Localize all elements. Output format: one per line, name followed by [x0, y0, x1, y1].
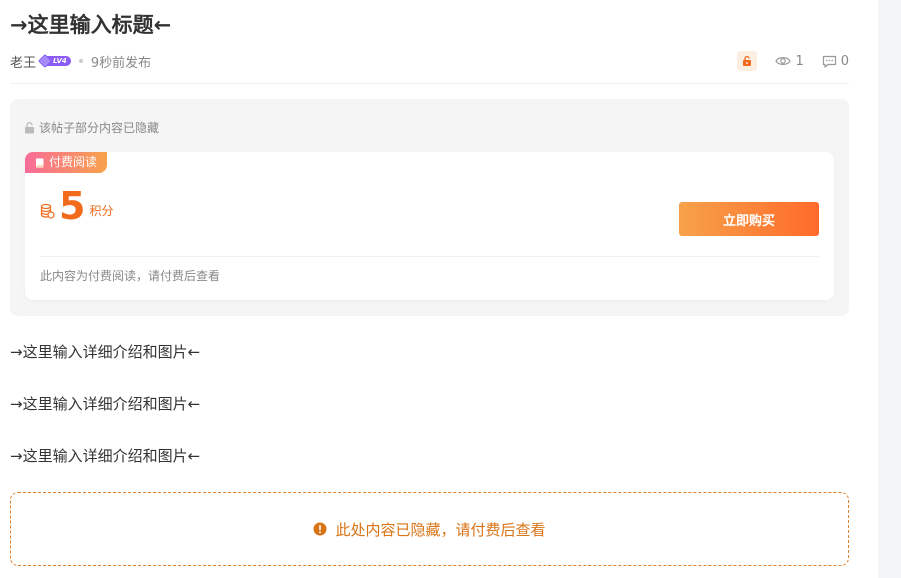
paid-read-tag-label: 付费阅读: [49, 155, 98, 169]
hidden-banner-text: 此处内容已隐藏，请付费后查看: [335, 520, 546, 539]
buy-now-button[interactable]: 立即购买: [679, 202, 819, 236]
price-value: 5: [59, 184, 86, 228]
lock-icon: [743, 55, 752, 66]
paid-read-footer-note: 此内容为付费阅读，请付费后查看: [40, 269, 221, 283]
lock-button[interactable]: [737, 51, 758, 71]
level-badge: LV4: [37, 53, 71, 69]
views-stat: 1: [775, 53, 804, 69]
eye-icon: [775, 57, 792, 65]
book-icon: [36, 158, 44, 167]
price: 5 积分: [40, 185, 113, 227]
unlock-icon: [25, 121, 34, 133]
hidden-content-box: 该帖子部分内容已隐藏 付费阅读 5 积分 立即购买 此内容为付费阅读，请付费后查…: [10, 99, 849, 316]
comments-stat[interactable]: 0: [822, 54, 849, 69]
content-paragraph: →这里输入详细介绍和图片←: [10, 447, 201, 465]
header-divider: [10, 83, 849, 84]
post-time: 9秒前发布: [90, 55, 152, 71]
post-title: →这里输入标题←: [10, 13, 172, 37]
right-sidebar-strip: [878, 0, 901, 578]
hidden-notice: 该帖子部分内容已隐藏: [24, 119, 159, 136]
coins-icon: [40, 203, 55, 219]
content-paragraph: →这里输入详细介绍和图片←: [10, 343, 201, 361]
content-paragraph: →这里输入详细介绍和图片←: [10, 395, 201, 413]
card-divider: [40, 256, 819, 257]
alert-icon: [313, 522, 327, 536]
hidden-notice-text: 该帖子部分内容已隐藏: [39, 121, 160, 135]
paid-read-card: 付费阅读 5 积分 立即购买 此内容为付费阅读，请付费后查看: [25, 152, 834, 300]
post-stats: 1 0: [737, 51, 849, 71]
comment-icon: [822, 55, 836, 68]
meta-separator: [78, 59, 83, 63]
paid-read-tag: 付费阅读: [25, 152, 108, 173]
views-count: 1: [795, 53, 804, 69]
post-meta: 老王 LV4 9秒前发布: [10, 52, 152, 71]
author-name[interactable]: 老王: [10, 52, 36, 71]
price-unit: 积分: [89, 204, 114, 218]
hidden-content-banner: 此处内容已隐藏，请付费后查看: [10, 492, 849, 566]
comments-count: 0: [840, 53, 849, 69]
